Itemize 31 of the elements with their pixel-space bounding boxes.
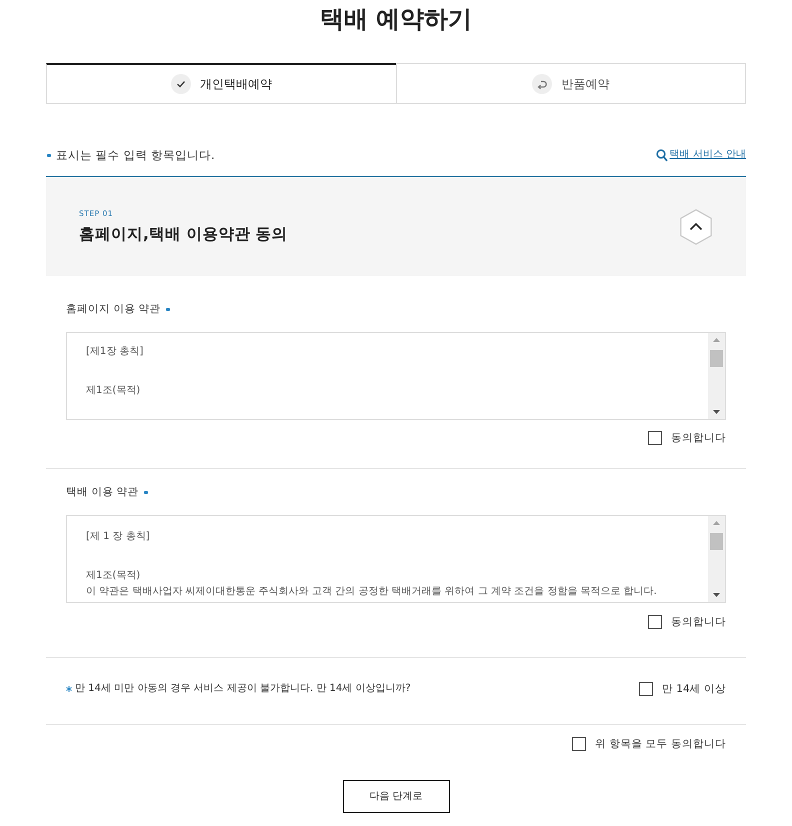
terms-title: 홈페이지 이용 약관 (66, 302, 161, 317)
terms-text-box[interactable]: [제 1 장 총칙] 제1조(목적) 이 약관은 택배사업자 씨제이대한통운 주식회사와 고객 간의 공정한 택배거래를 위하여 그 계약 조건을 정함을 목적으로 합니다. (66, 515, 726, 603)
tab[interactable]: 반품예약 (396, 63, 746, 104)
required-note: 표시는 필수 입력 항목입니다. (56, 147, 215, 163)
terms-title: 택배 이용 약관 (66, 485, 139, 500)
checkbox-label: 동의합니다 (671, 431, 726, 446)
collapse-button[interactable] (680, 208, 712, 244)
scrollbar-drawing[interactable] (708, 516, 725, 602)
search-icon (656, 148, 668, 162)
tab[interactable]: 개인택배예약 (46, 63, 396, 104)
service-guide-link[interactable]: 택배 서비스 안내 (656, 148, 746, 162)
checkbox-label: 위 항목을 모두 동의합니다 (594, 737, 726, 752)
terms-text-line: [제 1 장 총칙] (86, 530, 150, 544)
check-icon (170, 74, 191, 94)
checkbox[interactable] (572, 737, 586, 751)
scrollbar-drawing[interactable] (708, 333, 725, 419)
terms-text-line: 제1조(목적) (86, 569, 140, 583)
checkbox[interactable] (648, 431, 662, 445)
checkbox-label: 동의합니다 (671, 615, 726, 630)
step-title: 홈페이지,택배 이용약관 동의 (79, 224, 288, 244)
age-question: 만 14세 미만 아동의 경우 서비스 제공이 불가합니다. 만 14세 이상입니까? (75, 682, 411, 696)
terms-text-line: 이 약관은 택배사업자 씨제이대한통운 주식회사와 고객 간의 공정한 택배거래를 위하여 그 계약 조건을 정함을 목적으로 합니다. (86, 585, 657, 599)
terms-text-box[interactable]: [제1장 총칙] 제1조(목적) (66, 332, 726, 420)
checkbox[interactable] (648, 615, 662, 629)
checkbox-label: 만 14세 이상 (662, 682, 726, 697)
next-step-button[interactable]: 다음 단계로 (342, 780, 450, 813)
checkbox[interactable] (638, 682, 653, 696)
terms-text-line: 제1조(목적) (86, 384, 140, 398)
required-mark-icon (47, 154, 51, 156)
terms-text-line: [제1장 총칙] (86, 345, 144, 359)
page-title: 택배 예약하기 (320, 4, 472, 34)
